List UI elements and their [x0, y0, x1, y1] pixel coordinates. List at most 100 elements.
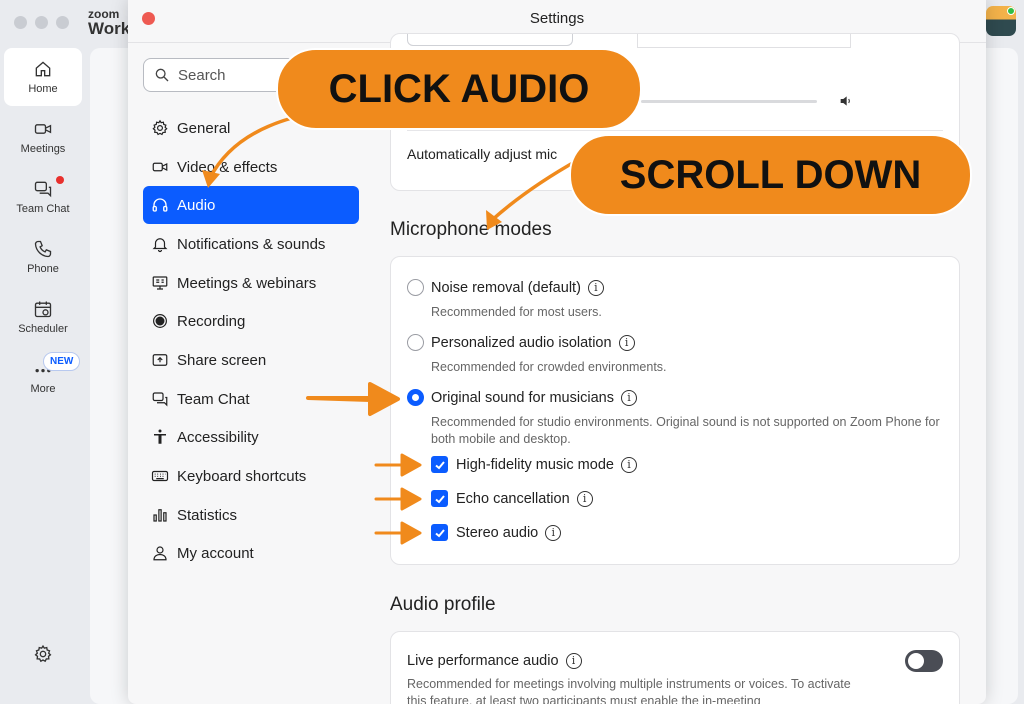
- nav-label: General: [177, 119, 231, 137]
- phone-icon: [34, 240, 52, 258]
- nav-label: Accessibility: [177, 428, 259, 446]
- nav-item-share-screen[interactable]: Share screen: [143, 341, 359, 379]
- presentation-icon: [152, 276, 168, 290]
- checkbox-checked[interactable]: [431, 524, 448, 541]
- rail-label-team-chat: Team Chat: [16, 203, 70, 215]
- auto-adjust-mic-label: Automatically adjust mic: [407, 146, 558, 162]
- new-badge: NEW: [43, 352, 81, 371]
- unread-badge: [56, 176, 64, 184]
- callout-scroll-down: SCROLL DOWN: [569, 134, 972, 216]
- gear-icon: [34, 644, 52, 663]
- nav-label: Notifications & sounds: [177, 235, 326, 253]
- radio-button[interactable]: [407, 279, 424, 296]
- rail-item-meetings[interactable]: Meetings: [4, 108, 82, 166]
- live-performance-row: Live performance audio i: [407, 653, 582, 669]
- nav-label: Video & effects: [177, 158, 278, 176]
- nav-label: Meetings & webinars: [177, 274, 317, 292]
- rail-item-team-chat[interactable]: Team Chat: [4, 168, 82, 226]
- search-placeholder: Search: [178, 66, 226, 84]
- option-label: High-fidelity music mode: [456, 456, 614, 473]
- checkmark-icon: [434, 494, 445, 503]
- video-camera-icon: [34, 124, 52, 134]
- info-icon[interactable]: i: [620, 456, 637, 473]
- info-icon[interactable]: i: [545, 524, 562, 541]
- bell-icon: [152, 238, 168, 253]
- option-stereo-audio[interactable]: Stereo audio i: [431, 524, 562, 541]
- nav-item-statistics[interactable]: Statistics: [143, 496, 359, 534]
- audio-profile-card: Live performance audio i Recommended for…: [390, 631, 960, 704]
- video-camera-icon: [152, 162, 168, 172]
- nav-item-my-account[interactable]: My account: [143, 534, 359, 572]
- nav-item-notifications[interactable]: Notifications & sounds: [143, 225, 359, 263]
- mode-label: Personalized audio isolation: [431, 334, 612, 351]
- mic-device-select[interactable]: [407, 34, 573, 46]
- nav-label: Team Chat: [177, 390, 250, 408]
- mode-original-sound[interactable]: Original sound for musicians i: [407, 389, 637, 406]
- radio-button-selected[interactable]: [407, 389, 424, 406]
- rail-item-phone[interactable]: Phone: [4, 228, 82, 286]
- window-minimize-button[interactable]: [35, 16, 48, 29]
- nav-label: Statistics: [177, 506, 238, 524]
- callout-click-audio: CLICK AUDIO: [276, 48, 642, 130]
- nav-item-video-effects[interactable]: Video & effects: [143, 148, 359, 186]
- input-level-meter: [637, 34, 851, 48]
- home-icon: [35, 61, 51, 77]
- rail-item-home[interactable]: Home: [4, 48, 82, 106]
- nav-item-accessibility[interactable]: Accessibility: [143, 418, 359, 456]
- radio-button[interactable]: [407, 334, 424, 351]
- calendar-icon: [34, 301, 52, 318]
- nav-item-recording[interactable]: Recording: [143, 302, 359, 340]
- info-icon[interactable]: i: [587, 279, 604, 296]
- logo-line2: Work: [88, 19, 131, 38]
- nav-label: Share screen: [177, 351, 267, 369]
- share-screen-icon: [152, 354, 168, 366]
- nav-item-keyboard-shortcuts[interactable]: Keyboard shortcuts: [143, 457, 359, 495]
- nav-item-meetings-webinars[interactable]: Meetings & webinars: [143, 264, 359, 302]
- checkmark-icon: [434, 528, 445, 537]
- option-high-fidelity[interactable]: High-fidelity music mode i: [431, 456, 637, 473]
- window-zoom-button[interactable]: [56, 16, 69, 29]
- live-performance-toggle[interactable]: [905, 650, 943, 672]
- chat-icon: [152, 392, 168, 407]
- info-icon[interactable]: i: [576, 490, 593, 507]
- info-icon[interactable]: i: [618, 334, 635, 351]
- checkbox-checked[interactable]: [431, 456, 448, 473]
- checkbox-checked[interactable]: [431, 490, 448, 507]
- input-volume-slider[interactable]: [641, 100, 817, 103]
- info-icon[interactable]: i: [565, 653, 582, 669]
- nav-label: Audio: [177, 196, 216, 214]
- mode-description: Recommended for studio environments. Ori…: [431, 415, 940, 446]
- mode-description: Recommended for crowded environments.: [431, 360, 667, 374]
- option-label: Echo cancellation: [456, 490, 570, 507]
- rail-item-scheduler[interactable]: Scheduler: [4, 288, 82, 346]
- nav-item-audio[interactable]: Audio: [143, 186, 359, 224]
- microphone-modes-title: Microphone modes: [390, 219, 552, 240]
- left-rail: Home Meetings Team Chat Phone Scheduler …: [0, 44, 88, 704]
- rail-label-home: Home: [28, 83, 58, 95]
- microphone-modes-card: Noise removal (default) i Recommended fo…: [390, 256, 960, 565]
- window-close-button[interactable]: [14, 16, 27, 29]
- headphones-icon: [152, 198, 168, 212]
- nav-label: Keyboard shortcuts: [177, 467, 307, 485]
- rail-label-meetings: Meetings: [20, 143, 66, 155]
- rail-label-scheduler: Scheduler: [18, 323, 68, 335]
- online-status-dot: [1007, 7, 1015, 15]
- rail-label-more: More: [30, 383, 56, 395]
- option-echo-cancellation[interactable]: Echo cancellation i: [431, 490, 593, 507]
- user-icon: [153, 546, 167, 561]
- avatar[interactable]: [986, 6, 1016, 36]
- gear-icon: [152, 119, 168, 136]
- mode-personalized-isolation[interactable]: Personalized audio isolation i: [407, 334, 635, 351]
- option-label: Stereo audio: [456, 524, 539, 541]
- mode-noise-removal[interactable]: Noise removal (default) i: [407, 279, 604, 296]
- keyboard-icon: [151, 470, 169, 482]
- nav-item-team-chat[interactable]: Team Chat: [143, 380, 359, 418]
- app-logo: zoom Work: [88, 8, 130, 37]
- info-icon[interactable]: i: [620, 389, 637, 406]
- chat-icon: [34, 181, 52, 198]
- record-icon: [153, 314, 167, 328]
- rail-settings[interactable]: [4, 636, 82, 676]
- accessibility-icon: [154, 429, 166, 444]
- checkmark-icon: [434, 460, 445, 469]
- audio-profile-title: Audio profile: [390, 594, 496, 615]
